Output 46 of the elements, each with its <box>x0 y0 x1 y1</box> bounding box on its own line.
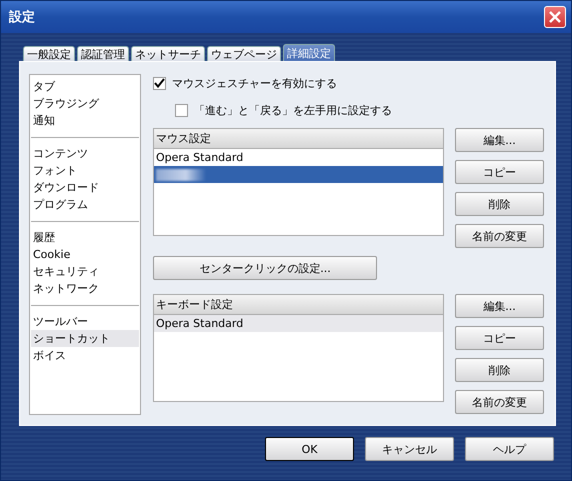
sidebar-item[interactable]: ショートカット <box>31 330 139 347</box>
list-item[interactable] <box>154 166 443 183</box>
sidebar-item[interactable]: セキュリティ <box>31 263 139 280</box>
close-button[interactable] <box>544 6 566 28</box>
column-header: キーボード設定 <box>154 295 443 315</box>
window-title: 設定 <box>9 8 35 26</box>
checkbox[interactable] <box>153 76 166 90</box>
tab[interactable]: 一般設定 <box>23 46 75 61</box>
list-action-button[interactable]: 削除 <box>455 192 544 216</box>
tab[interactable]: 詳細設定 <box>283 44 335 61</box>
tab[interactable]: ネットサーチ <box>131 46 205 61</box>
list-action-button[interactable]: コピー <box>455 326 544 350</box>
sidebar-item[interactable]: ダウンロード <box>31 179 139 196</box>
check-icon <box>154 78 165 88</box>
dialog-button[interactable]: ヘルプ <box>465 437 554 461</box>
tab[interactable]: 認証管理 <box>77 46 129 61</box>
list-action-button[interactable]: 削除 <box>455 358 544 382</box>
sidebar-item[interactable]: コンテンツ <box>31 145 139 162</box>
sidebar-item[interactable]: フォント <box>31 162 139 179</box>
list-item[interactable]: Opera Standard <box>154 315 443 332</box>
sidebar-item[interactable]: 通知 <box>31 112 139 129</box>
checkbox-label: マウスジェスチャーを有効にする <box>172 76 337 90</box>
list-action-button[interactable]: 編集... <box>455 128 544 152</box>
sidebar-item[interactable]: Cookie <box>31 246 139 263</box>
sidebar-item[interactable]: ブラウジング <box>31 95 139 112</box>
list-box[interactable]: マウス設定 Opera Standard <box>153 128 444 236</box>
sidebar-item[interactable]: ネットワーク <box>31 280 139 297</box>
list-action-button[interactable]: 編集... <box>455 294 544 318</box>
sidebar-item[interactable]: 履歴 <box>31 229 139 246</box>
center-click-button[interactable]: センタークリックの設定... <box>153 256 377 280</box>
checkbox[interactable] <box>175 104 188 116</box>
list-action-button[interactable]: 名前の変更 <box>455 390 544 414</box>
dialog-button[interactable]: キャンセル <box>365 437 454 461</box>
list-action-button[interactable]: コピー <box>455 160 544 184</box>
sidebar-item[interactable]: ボイス <box>31 347 139 364</box>
checkbox-label: 「進む」と「戻る」を左手用に設定する <box>194 102 392 118</box>
sidebar-item[interactable]: タブ <box>31 78 139 95</box>
sidebar-item[interactable]: プログラム <box>31 196 139 213</box>
column-header: マウス設定 <box>154 129 443 149</box>
dialog-button[interactable]: OK <box>265 437 354 461</box>
list-box[interactable]: キーボード設定 Opera Standard <box>153 294 444 402</box>
tab[interactable]: ウェブページ <box>207 46 281 61</box>
close-icon <box>549 11 561 23</box>
sidebar-item[interactable]: ツールバー <box>31 313 139 330</box>
list-item[interactable]: Opera Standard <box>154 149 443 166</box>
list-action-button[interactable]: 名前の変更 <box>455 224 544 248</box>
